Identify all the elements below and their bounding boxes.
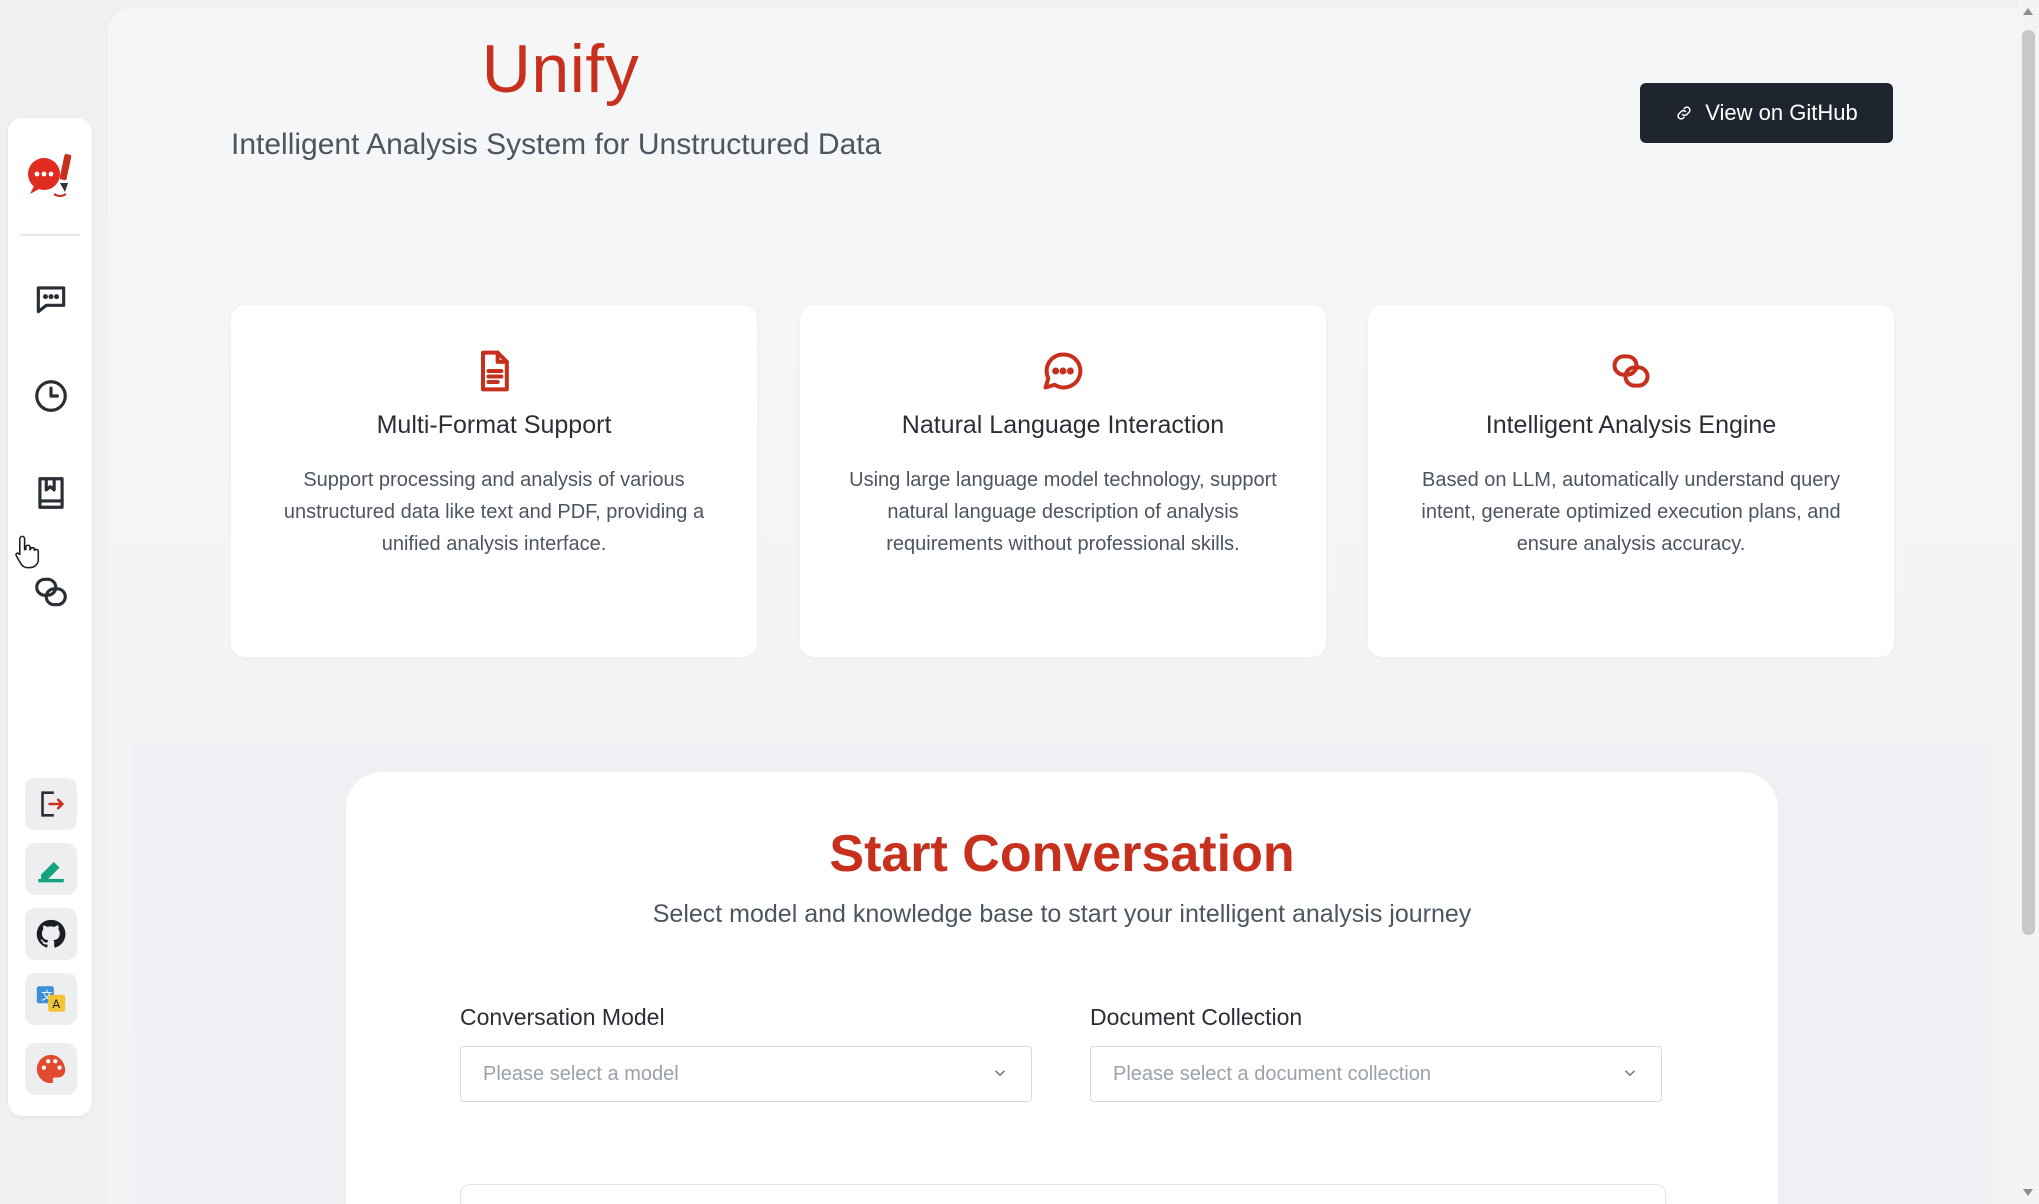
github-link-button[interactable]: [25, 908, 77, 960]
link-chat-icon: [35, 577, 67, 607]
pen-icon: [38, 861, 64, 883]
start-conversation-card: Start Conversation Select model and know…: [346, 772, 1778, 1204]
scrollbar-thumb[interactable]: [2022, 30, 2035, 935]
sidebar: 文 A: [8, 118, 92, 1116]
feature-card-natural-language: Natural Language Interaction Using large…: [800, 305, 1326, 657]
theme-button[interactable]: [25, 1043, 77, 1095]
edit-button[interactable]: [25, 843, 77, 895]
engine-icon: [1609, 349, 1653, 393]
scroll-down-arrow-icon[interactable]: [2023, 1189, 2033, 1196]
document-icon: [472, 349, 516, 393]
feature-card-multi-format: Multi-Format Support Support processing …: [231, 305, 757, 657]
svg-text:A: A: [52, 997, 60, 1011]
page-subtitle: Intelligent Analysis System for Unstruct…: [231, 128, 882, 161]
sidebar-divider: [20, 234, 80, 236]
feature-title: Multi-Format Support: [376, 411, 612, 439]
translate-icon: 文 A: [36, 986, 66, 1012]
bookmark-book-icon: [38, 477, 64, 509]
brand-title: Unify: [481, 31, 640, 107]
chat-bubble-icon: [1041, 349, 1085, 393]
logout-icon: [41, 791, 65, 817]
scroll-up-arrow-icon[interactable]: [2023, 8, 2033, 15]
view-on-github-button[interactable]: View on GitHub: [1640, 83, 1893, 143]
view-on-github-label: View on GitHub: [1705, 100, 1858, 125]
start-conversation-title: Start Conversation: [829, 825, 1295, 883]
app-logo-icon[interactable]: [24, 150, 76, 202]
sidebar-item-collections[interactable]: [28, 569, 74, 615]
logout-button[interactable]: [25, 778, 77, 830]
page-scrollbar[interactable]: [2018, 0, 2039, 1204]
collection-label: Document Collection: [1090, 1004, 1303, 1030]
feature-title: Intelligent Analysis Engine: [1485, 411, 1777, 439]
collection-select-placeholder: Please select a document collection: [1113, 1062, 1431, 1085]
github-icon: [36, 919, 66, 948]
hand-cursor-icon: [12, 534, 42, 570]
feature-title: Natural Language Interaction: [901, 411, 1225, 439]
model-label: Conversation Model: [460, 1004, 665, 1030]
feature-description: Using large language model technology, s…: [849, 469, 1277, 555]
feature-card-analysis-engine: Intelligent Analysis Engine Based on LLM…: [1368, 305, 1894, 657]
sidebar-item-knowledge-base[interactable]: [28, 470, 74, 516]
link-icon: [1677, 106, 1691, 120]
sidebar-item-history[interactable]: [28, 373, 74, 419]
main-panel: Unify Intelligent Analysis System for Un…: [108, 8, 2020, 1204]
model-select[interactable]: Please select a model: [460, 1046, 1032, 1102]
palette-icon: [36, 1054, 66, 1084]
translate-button[interactable]: 文 A: [25, 973, 77, 1025]
feature-description: Based on LLM, automatically understand q…: [1421, 469, 1841, 555]
clock-icon: [35, 380, 67, 412]
sidebar-item-chat[interactable]: [28, 276, 74, 322]
chevron-down-icon: [1621, 1064, 1639, 1082]
feature-description: Support processing and analysis of vario…: [283, 469, 705, 555]
collection-select[interactable]: Please select a document collection: [1090, 1046, 1662, 1102]
chevron-down-icon: [991, 1064, 1009, 1082]
model-select-placeholder: Please select a model: [483, 1062, 679, 1085]
start-conversation-lead: Select model and knowledge base to start…: [652, 900, 1472, 928]
message-input-area[interactable]: [460, 1184, 1666, 1204]
chat-icon: [36, 286, 66, 314]
